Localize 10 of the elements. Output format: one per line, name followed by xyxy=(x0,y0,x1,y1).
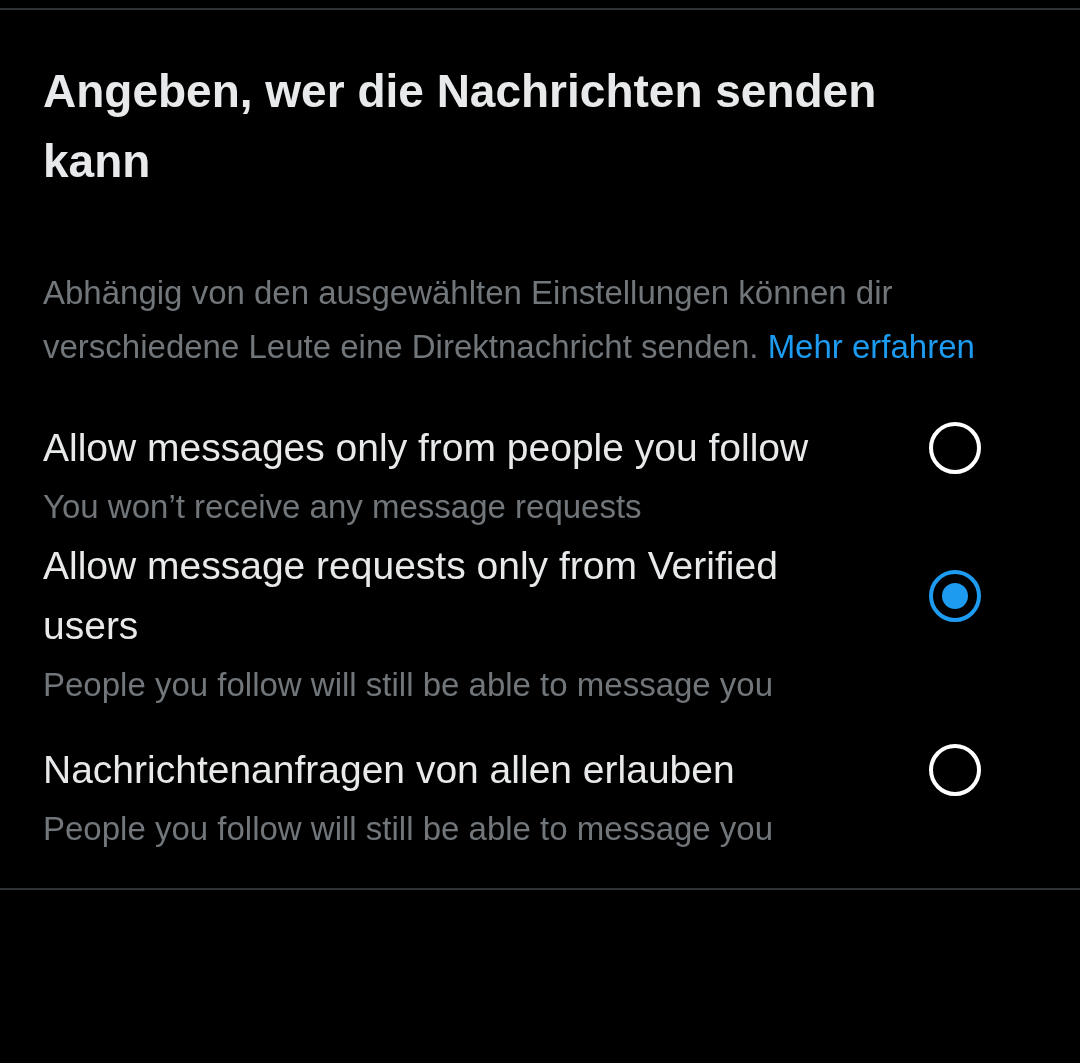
radio-button[interactable] xyxy=(929,570,981,622)
learn-more-link[interactable]: Mehr erfahren xyxy=(767,328,975,365)
option-hint: You won’t receive any message requests xyxy=(43,487,643,527)
option-hint: People you follow will still be able to message you xyxy=(43,665,775,705)
option-label: Nachrichtenanfragen von allen erlauben xyxy=(43,747,736,793)
description-text: Abhängig von den ausgewählten Einstellungen können dir verschiedene Leute eine Direktnachricht senden. Mehr erfahren xyxy=(43,273,976,367)
dialog-title: Angeben, wer die Nachrichten senden kann xyxy=(43,64,878,189)
option-label: Allow messages only from people you follow xyxy=(43,425,810,471)
option-label: Allow message requests only from Verified users xyxy=(43,543,779,649)
option-hint: People you follow will still be able to message you xyxy=(43,809,775,849)
